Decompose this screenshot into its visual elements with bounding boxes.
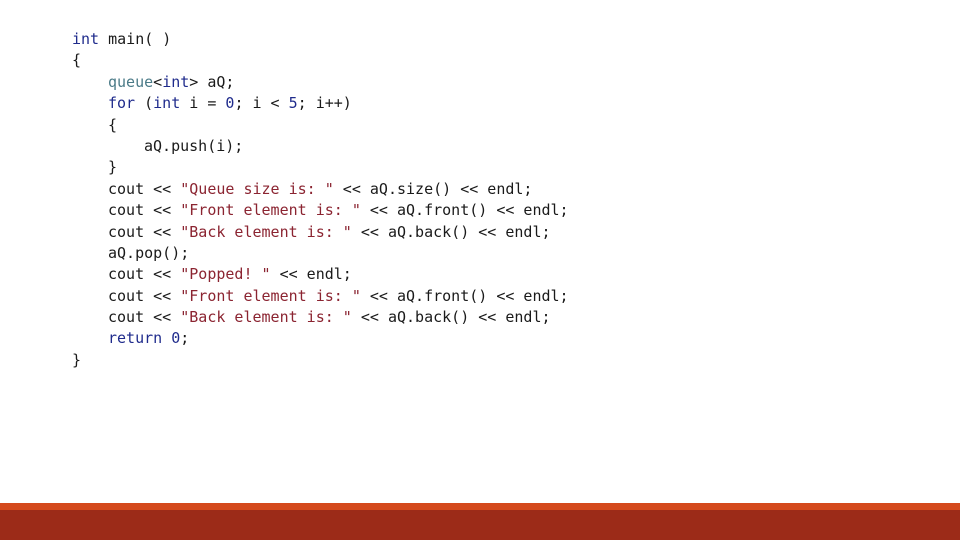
code-line: int main( ) xyxy=(72,29,912,50)
brace-token: { xyxy=(72,51,82,70)
brace-token: } xyxy=(72,350,82,369)
code-token: aQ.push(i); xyxy=(144,136,244,155)
string-token: "Front element is: " xyxy=(180,286,361,305)
code-line: cout << "Queue size is: " << aQ.size() <… xyxy=(72,179,912,200)
keyword-token: return xyxy=(108,329,163,348)
slide-footer xyxy=(0,503,960,540)
code-block: int main( ) { queue<int> aQ; for (int i … xyxy=(72,29,912,371)
code-token: main( ) xyxy=(99,30,172,48)
code-line: for (int i = 0; i < 5; i++) xyxy=(72,93,912,114)
code-line: queue<int> aQ; xyxy=(72,72,912,93)
code-token: ; i < xyxy=(234,94,289,113)
code-token: << aQ.front() << endl; xyxy=(360,286,569,305)
code-token: aQ.pop(); xyxy=(108,243,190,262)
code-token: cout << xyxy=(108,308,181,327)
code-token: cout << xyxy=(108,265,181,284)
code-line: aQ.push(i); xyxy=(72,136,912,157)
brace-token: } xyxy=(108,158,118,177)
number-token: 0 xyxy=(171,329,181,348)
code-token: < xyxy=(153,72,163,91)
string-token: "Back element is: " xyxy=(180,222,352,241)
code-line: cout << "Front element is: " << aQ.front… xyxy=(72,286,912,307)
footer-accent-stripe xyxy=(0,503,960,510)
code-token: << aQ.back() << endl; xyxy=(351,308,551,327)
keyword-token: int xyxy=(72,30,100,48)
string-token: "Front element is: " xyxy=(180,201,361,220)
keyword-token: int xyxy=(153,94,181,113)
code-token: << endl; xyxy=(270,265,352,284)
code-token: ; i++) xyxy=(297,94,352,113)
string-token: "Queue size is: " xyxy=(180,179,334,198)
string-token: "Back element is: " xyxy=(180,308,352,327)
keyword-token: for xyxy=(108,94,136,113)
brace-token: { xyxy=(108,115,118,134)
code-token: cout << xyxy=(108,286,181,305)
code-token: > aQ; xyxy=(189,72,235,91)
code-line: { xyxy=(72,50,912,71)
code-line: cout << "Back element is: " << aQ.back()… xyxy=(72,222,912,243)
code-token: ; xyxy=(180,329,190,348)
code-line: } xyxy=(72,350,912,371)
code-line: cout << "Front element is: " << aQ.front… xyxy=(72,200,912,221)
code-token: << aQ.size() << endl; xyxy=(333,179,533,198)
code-line: cout << "Back element is: " << aQ.back()… xyxy=(72,307,912,328)
code-token: cout << xyxy=(108,201,181,220)
code-token: cout << xyxy=(108,179,181,198)
code-token: << aQ.back() << endl; xyxy=(351,222,551,241)
code-line: return 0; xyxy=(72,328,912,349)
code-token: cout << xyxy=(108,222,181,241)
code-line: aQ.pop(); xyxy=(72,243,912,264)
code-token: << aQ.front() << endl; xyxy=(360,201,569,220)
code-line: cout << "Popped! " << endl; xyxy=(72,264,912,285)
code-token: ( xyxy=(135,94,154,113)
number-token: 5 xyxy=(288,94,298,113)
code-token: i = xyxy=(180,94,226,113)
code-line: } xyxy=(72,157,912,178)
code-line: { xyxy=(72,115,912,136)
keyword-token: int xyxy=(162,72,190,91)
string-token: "Popped! " xyxy=(180,265,271,284)
footer-bar xyxy=(0,510,960,540)
slide-canvas: int main( ) { queue<int> aQ; for (int i … xyxy=(0,0,960,540)
type-token: queue xyxy=(108,72,154,91)
